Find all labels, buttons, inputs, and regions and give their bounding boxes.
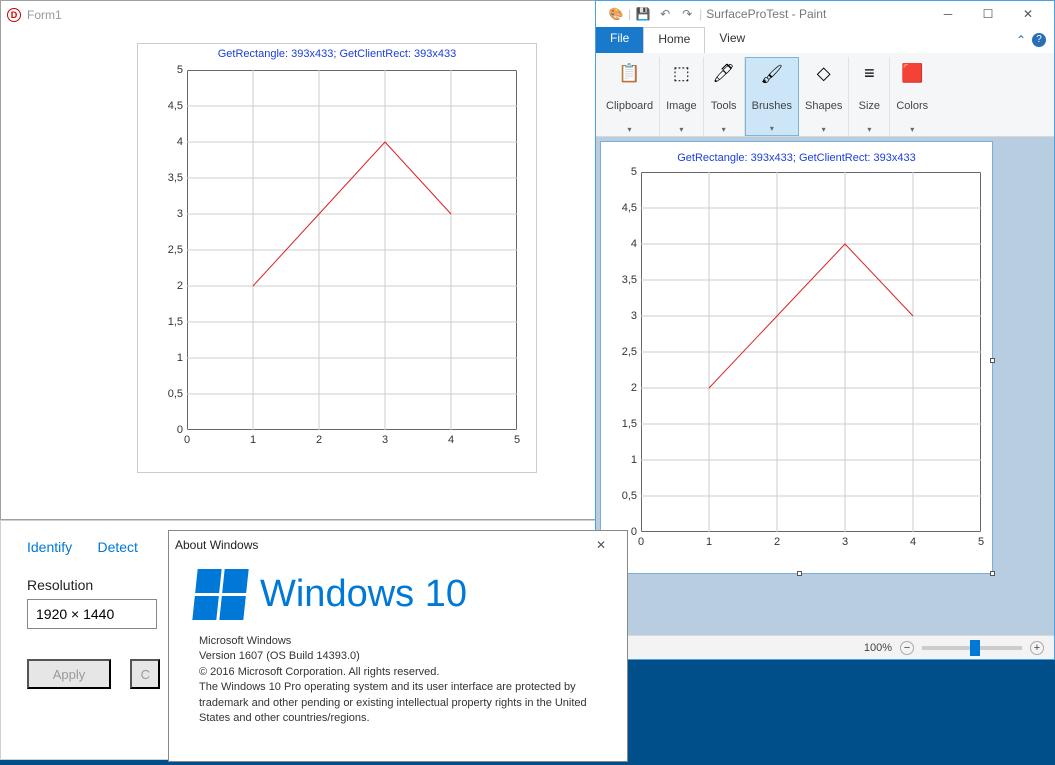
colors-icon: 🟥: [898, 59, 926, 87]
brush-icon: 🖌: [758, 60, 786, 88]
chevron-down-icon[interactable]: ▾: [822, 125, 826, 134]
about-line4: The Windows 10 Pro operating system and …: [199, 680, 601, 726]
save-icon[interactable]: 💾: [633, 4, 653, 24]
tab-detect[interactable]: Detect: [97, 539, 137, 555]
tools-icon: 🖊: [710, 59, 738, 87]
ribbon-clipboard[interactable]: 📋 Clipboard ▾: [600, 57, 660, 136]
form1-window: D Form1 GetRectangle: 393x433; GetClient…: [0, 0, 600, 520]
tab-file[interactable]: File: [596, 27, 643, 53]
chevron-down-icon[interactable]: ▾: [628, 125, 632, 134]
shapes-icon: ◇: [810, 59, 838, 87]
windows-brand-text: Windows 10: [260, 573, 467, 616]
chevron-down-icon[interactable]: ▾: [722, 125, 726, 134]
quick-access-toolbar: 🎨 | 💾 ↶ ↷ |: [602, 4, 706, 24]
plot-area: 00,511,522,533,544,55 012345: [147, 64, 527, 464]
ribbon-shapes[interactable]: ◇ Shapes ▾: [799, 57, 849, 136]
ribbon-colors[interactable]: 🟥 Colors ▾: [890, 57, 934, 136]
paint-window: 🎨 | 💾 ↶ ↷ | SurfaceProTest - Paint ─ ☐ ✕…: [595, 0, 1055, 660]
about-titlebar[interactable]: About Windows ✕: [169, 531, 627, 559]
ribbon-tabs: File Home View ⌃ ?: [596, 27, 1054, 53]
canvas[interactable]: GetRectangle: 393x433; GetClientRect: 39…: [600, 141, 993, 574]
zoom-label: 100%: [864, 642, 892, 654]
apply-button[interactable]: Apply: [27, 659, 111, 689]
about-close-button[interactable]: ✕: [581, 531, 621, 559]
about-line3: © 2016 Microsoft Corporation. All rights…: [199, 665, 601, 680]
ribbon-image[interactable]: ⬚ Image ▾: [660, 57, 704, 136]
chevron-down-icon[interactable]: ▾: [679, 125, 683, 134]
redo-icon[interactable]: ↷: [677, 4, 697, 24]
canvas-area[interactable]: GetRectangle: 393x433; GetClientRect: 39…: [596, 137, 1054, 635]
select-icon: ⬚: [667, 59, 695, 87]
ribbon: 📋 Clipboard ▾ ⬚ Image ▾ 🖊 Tools ▾ 🖌 Brus…: [596, 53, 1054, 137]
paint-statusbar: 100% − +: [596, 635, 1054, 659]
undo-icon[interactable]: ↶: [655, 4, 675, 24]
chevron-down-icon[interactable]: ▾: [867, 125, 871, 134]
paint-title: SurfaceProTest - Paint: [706, 7, 928, 21]
paint-chart-title: GetRectangle: 393x433; GetClientRect: 39…: [601, 142, 992, 168]
chart-title: GetRectangle: 393x433; GetClientRect: 39…: [138, 44, 536, 64]
chevron-down-icon[interactable]: ▾: [910, 125, 914, 134]
chart-panel: GetRectangle: 393x433; GetClientRect: 39…: [137, 43, 537, 473]
zoom-out-button[interactable]: −: [900, 641, 914, 655]
form1-titlebar[interactable]: D Form1: [1, 1, 599, 29]
about-content: Windows 10 Microsoft Windows Version 160…: [169, 559, 627, 736]
collapse-ribbon-icon[interactable]: ⌃: [1016, 33, 1026, 47]
other-button[interactable]: C: [130, 659, 160, 689]
paint-chart-svg: [641, 172, 981, 532]
about-line1: Microsoft Windows: [199, 634, 601, 649]
clipboard-icon: 📋: [616, 59, 644, 87]
paint-app-icon: 🎨: [606, 4, 626, 24]
help-icon[interactable]: ?: [1032, 33, 1046, 47]
app-icon: D: [7, 8, 21, 22]
ribbon-brushes[interactable]: 🖌 Brushes ▾: [745, 57, 799, 136]
chevron-down-icon[interactable]: ▾: [770, 124, 774, 133]
form1-title: Form1: [27, 8, 593, 22]
tab-identify[interactable]: Identify: [27, 539, 72, 555]
paint-plot-area: 00,511,522,533,544,55 012345: [607, 168, 987, 568]
zoom-in-button[interactable]: +: [1030, 641, 1044, 655]
tab-view[interactable]: View: [705, 27, 759, 53]
resolution-input[interactable]: [27, 599, 157, 629]
chart-svg: [187, 70, 517, 430]
close-button[interactable]: ✕: [1008, 0, 1048, 28]
zoom-slider[interactable]: [922, 646, 1022, 650]
size-icon: ≡: [855, 59, 883, 87]
about-windows-dialog: About Windows ✕ Windows 10 Microsoft Win…: [168, 530, 628, 762]
tab-home[interactable]: Home: [643, 27, 705, 53]
maximize-button[interactable]: ☐: [968, 0, 1008, 28]
ribbon-size[interactable]: ≡ Size ▾: [849, 57, 890, 136]
about-line2: Version 1607 (OS Build 14393.0): [199, 649, 601, 664]
paint-titlebar[interactable]: 🎨 | 💾 ↶ ↷ | SurfaceProTest - Paint ─ ☐ ✕: [596, 1, 1054, 27]
minimize-button[interactable]: ─: [928, 0, 968, 28]
windows-logo-icon: [192, 569, 248, 620]
ribbon-tools[interactable]: 🖊 Tools ▾: [704, 57, 745, 136]
about-title: About Windows: [175, 538, 581, 552]
